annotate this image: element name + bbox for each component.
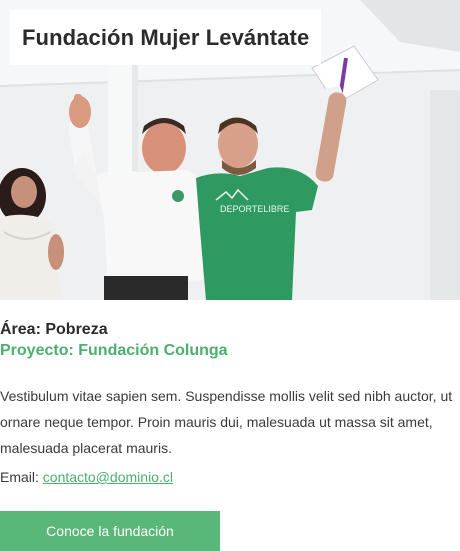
shirt-text: DEPORTELIBRE (220, 204, 289, 214)
foundation-card: DEPORTELIBRE Fundación Mujer Levántate Á… (0, 0, 460, 551)
email-label: Email: (0, 469, 43, 485)
page-title: Fundación Mujer Levántate (22, 24, 310, 50)
description-text: Vestibulum vitae sapien sem. Suspendisse… (0, 388, 453, 456)
contact-line: Email: contacto@dominio.cl (0, 464, 173, 490)
area-label: Área: Pobreza (0, 321, 108, 338)
email-link[interactable]: contacto@dominio.cl (43, 469, 173, 485)
foundation-photo: DEPORTELIBRE Fundación Mujer Levántate (0, 0, 460, 300)
learn-more-button[interactable]: Conoce la fundación (0, 511, 220, 551)
title-box: Fundación Mujer Levántate (10, 10, 322, 65)
project-label: Proyecto: Fundación Colunga (0, 342, 228, 359)
foundation-info: Área: Pobreza Proyecto: Fundación Colung… (0, 320, 460, 361)
